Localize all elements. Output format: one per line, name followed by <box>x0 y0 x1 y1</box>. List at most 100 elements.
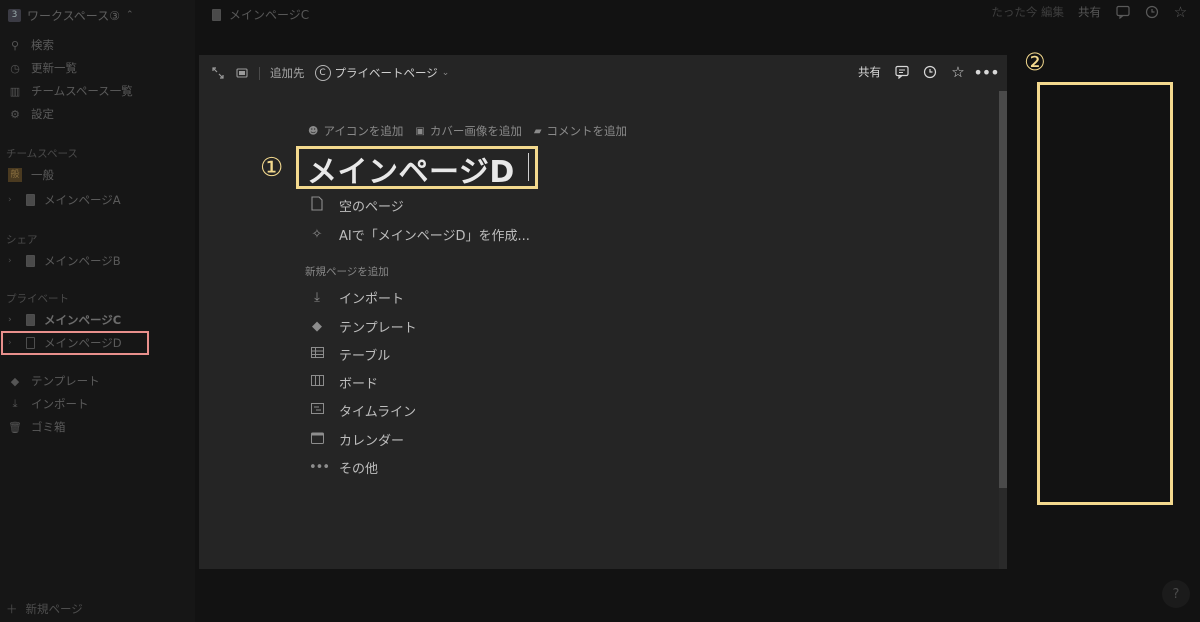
clock-icon: ◷ <box>10 61 20 75</box>
template-icon: ◆ <box>312 319 322 334</box>
option-label: タイムライン <box>339 405 417 420</box>
sidebar-item-label: メインページA <box>44 193 121 207</box>
option-calendar[interactable]: カレンダー <box>309 430 404 449</box>
option-board[interactable]: ボード <box>309 373 378 392</box>
comment-icon[interactable] <box>1115 5 1130 20</box>
chevron-right-icon[interactable]: › <box>8 256 17 266</box>
more-icon[interactable]: ••• <box>973 63 999 82</box>
calendar-icon <box>309 432 325 448</box>
sparkle-icon: ✧ <box>311 227 323 242</box>
scrollbar-thumb[interactable] <box>999 91 1007 488</box>
timeline-icon <box>309 403 325 418</box>
star-icon[interactable]: ☆ <box>1173 3 1188 21</box>
sidebar-item-label: ゴミ箱 <box>31 420 66 434</box>
option-label: テーブル <box>339 349 391 364</box>
section-teamspace: チームスペース <box>6 148 78 160</box>
history-icon[interactable] <box>1144 5 1159 20</box>
add-comment-label: コメントを追加 <box>546 124 628 138</box>
add-to-label: 追加先 <box>270 66 305 80</box>
search-icon: ⚲ <box>10 38 20 52</box>
history-icon[interactable] <box>923 65 937 79</box>
comment-icon: ▰ <box>533 125 542 137</box>
page-icon <box>309 196 325 215</box>
teamspace-icon: 般 <box>8 168 22 182</box>
sidebar-item-main-b[interactable]: › メインページB <box>8 252 121 270</box>
add-comment-button[interactable]: ▰ コメントを追加 <box>534 123 627 139</box>
new-page-label: 新規ページ <box>25 602 83 616</box>
sidebar-item-search[interactable]: ⚲ 検索 <box>8 36 54 54</box>
sidebar-item-general[interactable]: 般 一般 <box>8 166 54 184</box>
option-label: テンプレート <box>339 321 417 336</box>
edited-status: たった今 編集 <box>991 5 1064 19</box>
add-icon-button[interactable]: ☻ アイコンを追加 <box>308 123 403 139</box>
sidebar-item-trash[interactable]: 🗑 ゴミ箱 <box>8 418 66 436</box>
option-timeline[interactable]: タイムライン <box>309 401 416 420</box>
center-peek-icon[interactable] <box>235 66 249 80</box>
sidebar-item-settings[interactable]: ⚙ 設定 <box>8 105 54 123</box>
option-more[interactable]: ••• その他 <box>309 458 378 477</box>
section-share: シェア <box>6 234 38 246</box>
breadcrumb[interactable]: メインページC <box>212 6 309 23</box>
text-caret <box>528 153 529 181</box>
import-icon: ⤓ <box>314 290 320 305</box>
breadcrumb-page[interactable]: メインページC <box>229 6 309 23</box>
new-page-button[interactable]: ＋ 新規ページ <box>6 601 83 617</box>
option-import[interactable]: ⤓ インポート <box>309 288 404 307</box>
sidebar-item-teamspaces[interactable]: ▥ チームスペース一覧 <box>8 82 133 100</box>
sidebar: 3 ワークスペース③ ⌃ ⚲ 検索 ◷ 更新一覧 ▥ チームスペース一覧 ⚙ 設… <box>0 0 195 622</box>
option-table[interactable]: テーブル <box>309 345 390 364</box>
add-cover-button[interactable]: ▣ カバー画像を追加 <box>415 123 521 139</box>
expand-icon[interactable] <box>211 66 225 80</box>
option-label: インポート <box>339 292 405 307</box>
sidebar-item-main-a[interactable]: › メインページA <box>8 191 121 209</box>
option-template[interactable]: ◆ テンプレート <box>309 317 417 336</box>
teamspaces-icon: ▥ <box>9 84 21 98</box>
section-add-new-page: 新規ページを追加 <box>305 266 389 278</box>
share-button[interactable]: 共有 <box>858 64 881 80</box>
option-label: AIで「メインページD」を作成... <box>339 229 530 244</box>
sidebar-item-main-c[interactable]: › メインページC <box>8 311 121 329</box>
chevron-down-icon: ⌄ <box>441 68 450 78</box>
option-label: その他 <box>339 462 379 477</box>
chevron-right-icon[interactable]: › <box>8 315 17 325</box>
share-button[interactable]: 共有 <box>1078 4 1101 20</box>
sidebar-item-label: 設定 <box>31 107 54 121</box>
sidebar-item-templates[interactable]: ◆ テンプレート <box>8 372 100 390</box>
right-highlight-box <box>1037 82 1173 505</box>
annotation-marker-2: ② <box>1024 48 1046 76</box>
destination-selector[interactable]: C プライベートページ ⌄ <box>314 65 450 81</box>
option-ai-create[interactable]: ✧ AIで「メインページD」を作成... <box>309 225 530 244</box>
sidebar-item-label: メインページC <box>44 313 122 327</box>
add-icon-label: アイコンを追加 <box>323 124 404 138</box>
option-empty-page[interactable]: 空のページ <box>309 196 404 215</box>
image-icon: ▣ <box>415 125 425 137</box>
sidebar-item-label: 更新一覧 <box>31 61 77 75</box>
annotation-marker-1: ① <box>260 153 284 183</box>
sidebar-item-import[interactable]: ⤓ インポート <box>8 395 89 413</box>
template-icon: ◆ <box>10 374 20 388</box>
chevron-right-icon[interactable]: › <box>8 195 17 205</box>
workspace-badge: 3 <box>8 8 21 22</box>
divider <box>259 66 260 80</box>
help-button[interactable]: ? <box>1162 580 1190 608</box>
sidebar-item-label: テンプレート <box>31 374 100 388</box>
table-icon <box>309 347 325 362</box>
more-icon: ••• <box>309 460 330 475</box>
comment-icon[interactable] <box>895 65 909 79</box>
section-private: プライベート <box>6 293 69 305</box>
star-icon[interactable]: ☆ <box>951 63 965 81</box>
trash-icon: 🗑 <box>8 420 22 434</box>
chevron-updown-icon: ⌃ <box>125 10 134 20</box>
modal-header-right: 共有 ☆ ••• <box>858 63 1000 82</box>
topbar-actions: たった今 編集 共有 ☆ <box>991 3 1188 21</box>
workspace-switcher[interactable]: 3 ワークスペース③ ⌃ <box>8 6 134 24</box>
page-title-input[interactable]: メインページD <box>307 147 515 191</box>
sidebar-item-updates[interactable]: ◷ 更新一覧 <box>8 59 77 77</box>
import-icon: ⤓ <box>12 397 18 410</box>
modal-header-left: 追加先 C プライベートページ ⌄ <box>211 65 449 81</box>
destination-badge: C <box>314 65 331 81</box>
option-label: カレンダー <box>339 434 405 449</box>
sidebar-item-label: 一般 <box>31 168 54 182</box>
option-label: 空のページ <box>339 200 404 215</box>
gear-icon: ⚙ <box>10 107 20 121</box>
